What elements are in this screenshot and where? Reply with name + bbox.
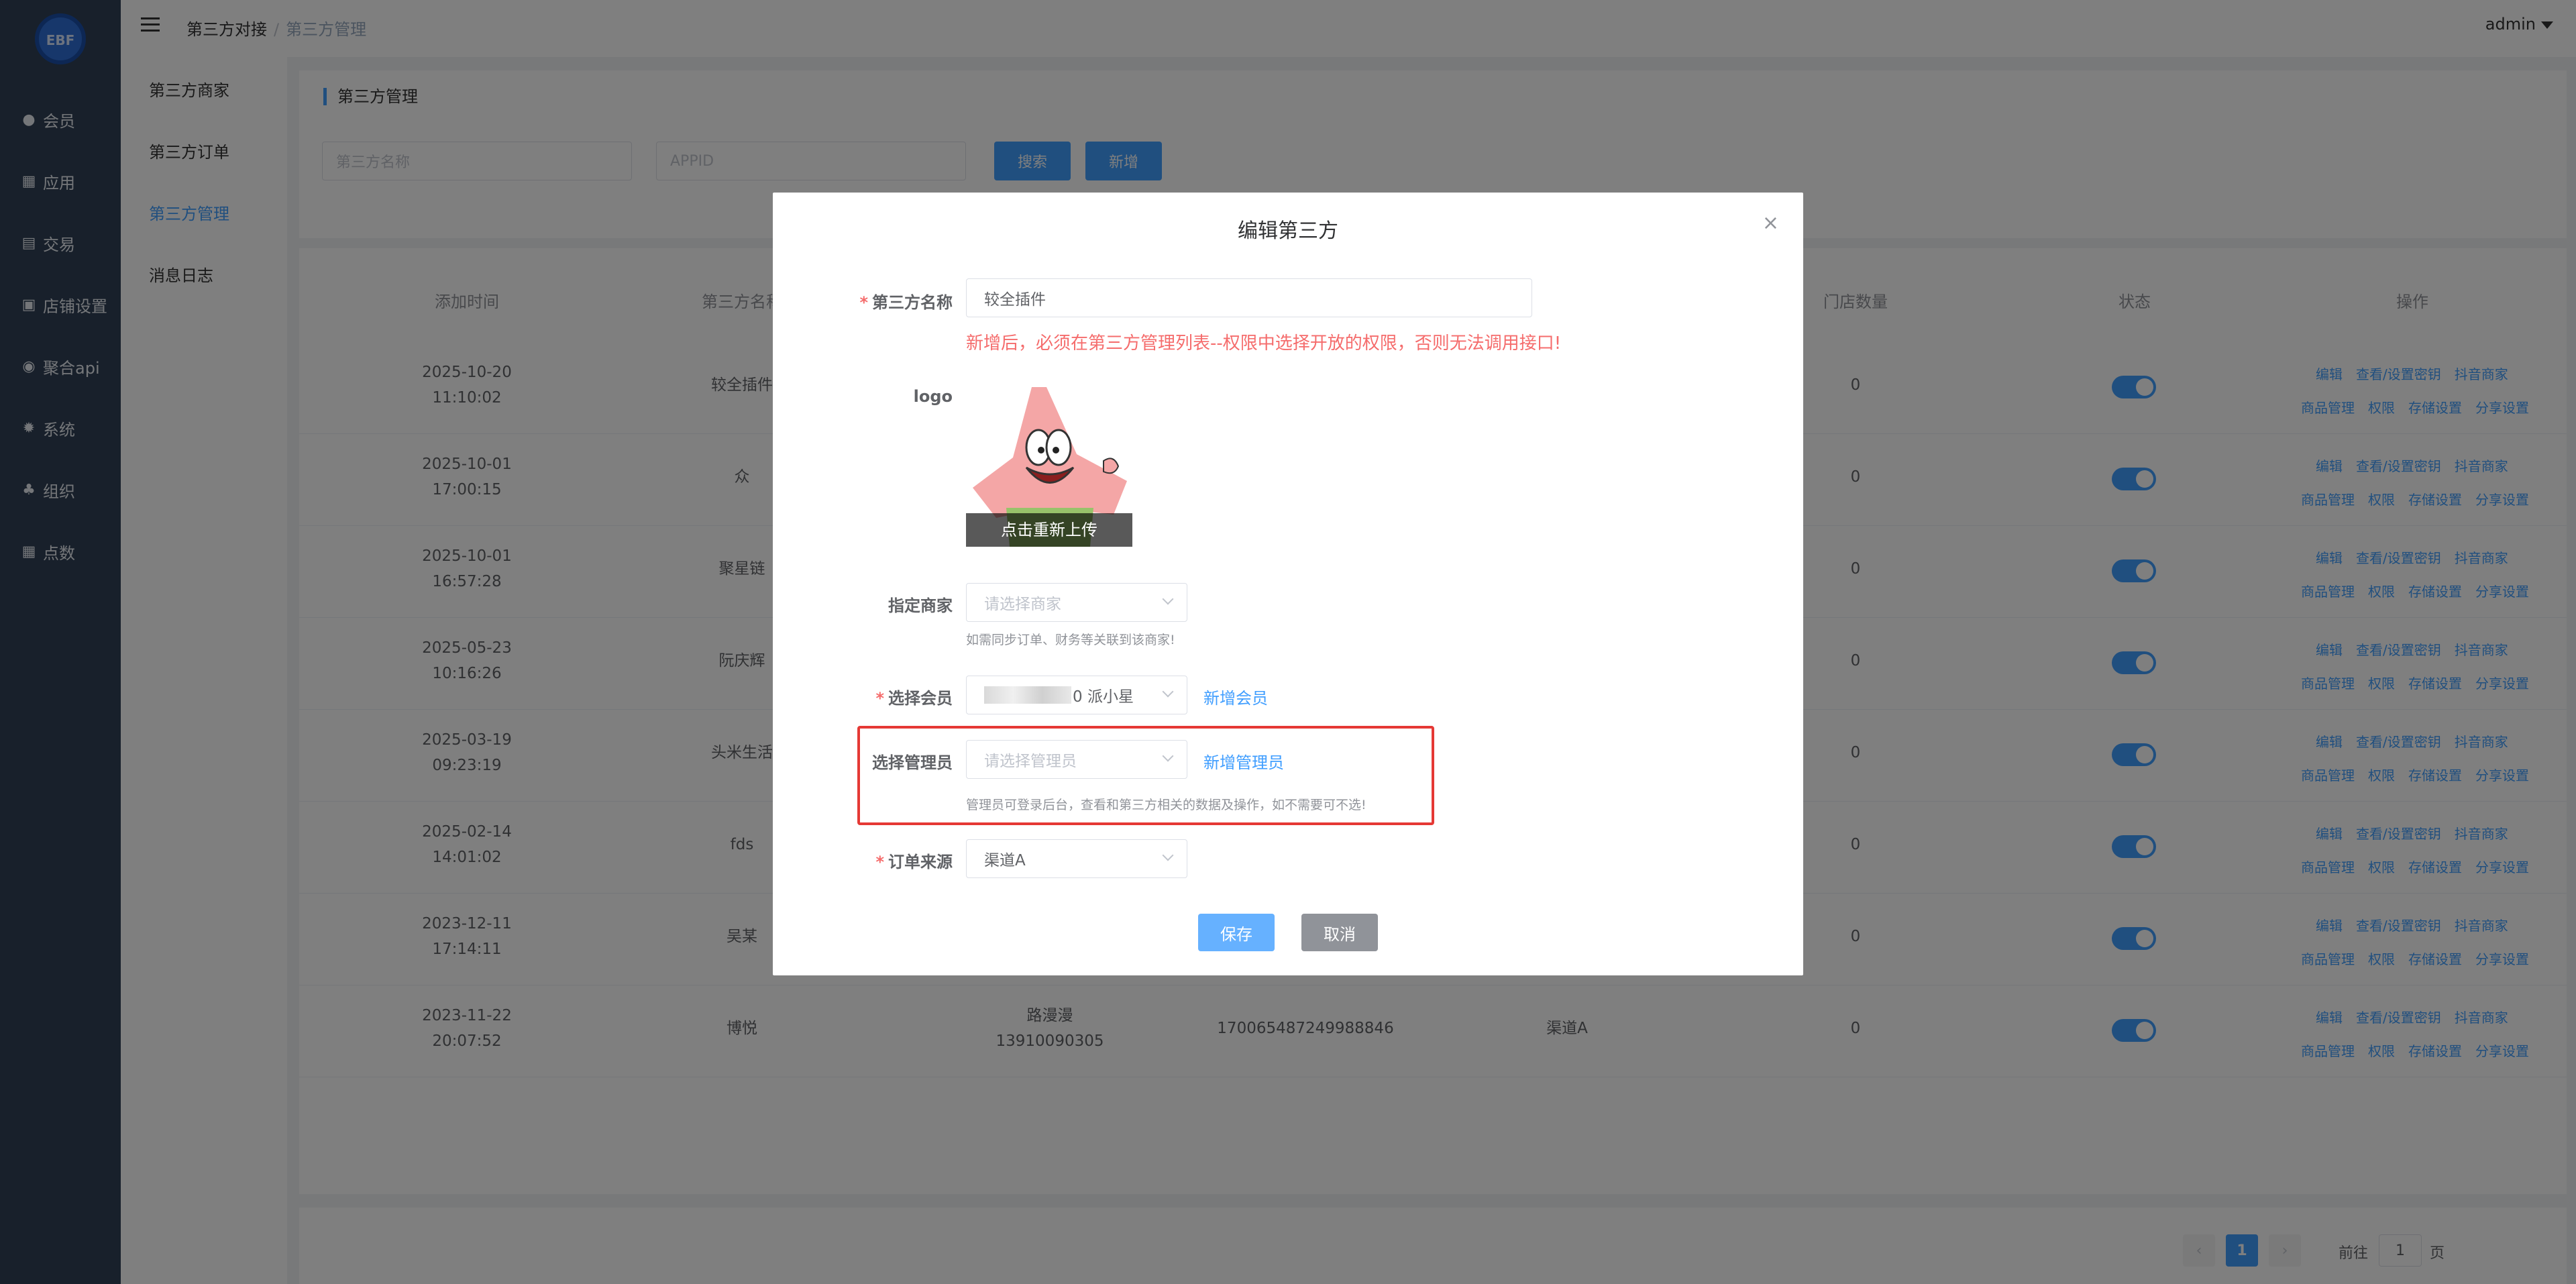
merchant-select[interactable]: 请选择商家 (966, 583, 1187, 622)
admin-select[interactable]: 请选择管理员 (966, 740, 1187, 779)
admin-hint: 管理员可登录后台，查看和第三方相关的数据及操作，如不需要可不选! (966, 798, 1366, 812)
required-mark: * (875, 689, 884, 708)
permission-warning: 新增后，必须在第三方管理列表--权限中选择开放的权限，否则无法调用接口! (966, 333, 1562, 354)
merchant-label: 指定商家 (888, 596, 953, 615)
add-admin-link[interactable]: 新增管理员 (1203, 749, 1284, 773)
required-mark: * (875, 853, 884, 871)
cancel-button[interactable]: 取消 (1301, 914, 1378, 951)
required-mark: * (859, 293, 868, 312)
reupload-button[interactable]: 点击重新上传 (966, 513, 1132, 547)
redacted-block (984, 686, 1071, 704)
merchant-hint: 如需同步订单、财务等关联到该商家! (966, 633, 1175, 647)
dialog-title: 编辑第三方 (1238, 219, 1338, 243)
logo-uploader[interactable]: 点击重新上传 (966, 380, 1132, 547)
source-label: * 订单来源 (875, 853, 953, 871)
member-label: * 选择会员 (875, 689, 953, 708)
name-label: * 第三方名称 (859, 293, 953, 312)
logo-label: logo (913, 387, 953, 406)
name-field[interactable]: 较全插件 (966, 278, 1532, 317)
save-button[interactable]: 保存 (1198, 914, 1275, 951)
add-member-link[interactable]: 新增会员 (1203, 685, 1268, 708)
admin-label: 选择管理员 (872, 753, 953, 772)
source-select[interactable]: 渠道A (966, 839, 1187, 878)
member-select[interactable]: 0 派小星 (966, 676, 1187, 714)
edit-third-party-dialog: 编辑第三方 × * 第三方名称 较全插件 新增后，必须在第三方管理列表--权限中选… (773, 193, 1803, 975)
close-icon[interactable]: × (1762, 211, 1779, 235)
